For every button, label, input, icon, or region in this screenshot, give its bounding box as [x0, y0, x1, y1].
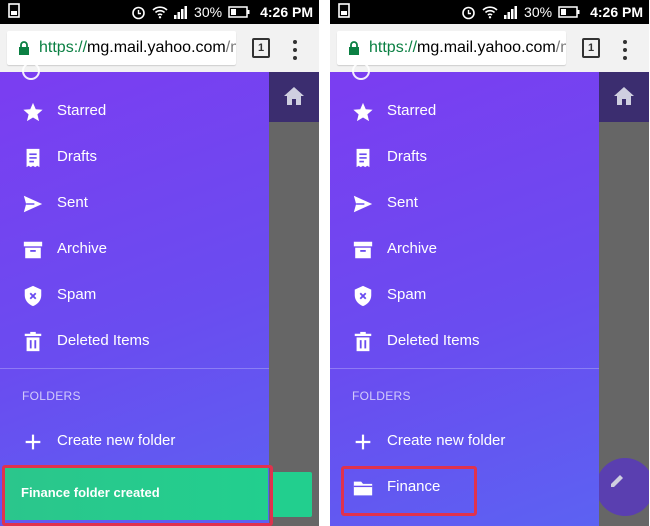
nav-item-spam[interactable]: Spam: [0, 273, 269, 319]
drawer-scrim[interactable]: [269, 122, 319, 526]
highlight-box: [2, 465, 273, 526]
nav-label: Sent: [57, 194, 88, 211]
highlight-box: [341, 466, 477, 516]
url-host: mg.mail.yahoo.com: [417, 39, 556, 56]
url-path: /m/: [225, 39, 236, 56]
nav-item-sent[interactable]: Sent: [0, 181, 269, 227]
browser-toolbar: https://mg.mail.yahoo.com/m/ 1: [330, 24, 649, 72]
partial-folder-icon: [22, 62, 40, 80]
image-notification-icon: [338, 3, 350, 18]
folders-section-header: FOLDERS: [352, 389, 411, 403]
nav-item-archive[interactable]: Archive: [0, 227, 269, 273]
plus-icon: [25, 434, 41, 450]
create-new-folder-button[interactable]: Create new folder: [330, 419, 599, 465]
pencil-icon: [611, 475, 623, 487]
wifi-icon: [482, 6, 498, 19]
navigation-drawer: Starred Drafts Sent Archive Spam Deleted…: [0, 62, 269, 526]
alarm-icon: [132, 6, 145, 19]
navigation-drawer: Starred Drafts Sent Archive Spam Deleted…: [330, 62, 599, 526]
star-icon: [353, 102, 373, 122]
nav-label: Starred: [57, 102, 107, 119]
tab-switcher-button[interactable]: 1: [582, 38, 600, 58]
url-host: mg.mail.yahoo.com: [87, 39, 226, 56]
nav-item-deleted-items[interactable]: Deleted Items: [330, 319, 599, 365]
spam-shield-icon: [354, 285, 372, 307]
url-text: https://mg.mail.yahoo.com/m/: [369, 39, 566, 57]
send-icon: [353, 195, 373, 213]
clock: 4:26 PM: [590, 4, 643, 20]
url-text: https://mg.mail.yahoo.com/m/: [39, 39, 236, 57]
drawer-divider: [0, 368, 269, 369]
home-icon[interactable]: [613, 86, 635, 106]
trash-icon: [24, 331, 42, 352]
nav-label: Archive: [57, 240, 108, 257]
url-scheme: https://: [39, 39, 88, 56]
nav-label: Starred: [387, 102, 437, 119]
battery-icon: [228, 6, 250, 18]
nav-item-starred[interactable]: Starred: [0, 89, 269, 135]
folders-section-header: FOLDERS: [22, 389, 81, 403]
nav-item-sent[interactable]: Sent: [330, 181, 599, 227]
clock: 4:26 PM: [260, 4, 313, 20]
nav-item-archive[interactable]: Archive: [330, 227, 599, 273]
nav-label: Spam: [387, 286, 427, 303]
app-header: [599, 72, 649, 122]
url-scheme: https://: [369, 39, 418, 56]
drafts-icon: [26, 148, 40, 168]
status-bar: 30% 4:26 PM: [330, 0, 649, 24]
overflow-menu-icon[interactable]: [622, 38, 628, 60]
panel-divider: [319, 0, 330, 526]
nav-label: Deleted Items: [57, 332, 150, 349]
signal-icon: [504, 6, 518, 19]
star-icon: [23, 102, 43, 122]
nav-item-starred[interactable]: Starred: [330, 89, 599, 135]
compose-button[interactable]: [596, 458, 649, 516]
url-field[interactable]: https://mg.mail.yahoo.com/m/: [337, 31, 566, 65]
send-icon: [23, 195, 43, 213]
tab-switcher-button[interactable]: 1: [252, 38, 270, 58]
nav-label: Drafts: [387, 148, 428, 165]
archive-icon: [23, 241, 43, 259]
nav-label: Deleted Items: [387, 332, 480, 349]
toast-overflow: [270, 472, 312, 517]
create-new-folder-button[interactable]: Create new folder: [0, 419, 269, 465]
spam-shield-icon: [24, 285, 42, 307]
nav-label: Archive: [387, 240, 438, 257]
nav-label: Drafts: [57, 148, 98, 165]
alarm-icon: [462, 6, 475, 19]
drafts-icon: [356, 148, 370, 168]
partial-folder-icon: [352, 62, 370, 80]
create-folder-label: Create new folder: [57, 432, 176, 449]
screenshot-before: 30% 4:26 PM https://mg.mail.yahoo.com/m/…: [0, 0, 319, 526]
browser-toolbar: https://mg.mail.yahoo.com/m/ 1: [0, 24, 319, 72]
nav-item-drafts[interactable]: Drafts: [330, 135, 599, 181]
home-icon[interactable]: [283, 86, 305, 106]
nav-item-drafts[interactable]: Drafts: [0, 135, 269, 181]
screenshot-after: 30% 4:26 PM https://mg.mail.yahoo.com/m/…: [330, 0, 649, 526]
nav-label: Spam: [57, 286, 97, 303]
battery-percentage: 30%: [524, 4, 553, 20]
nav-label: Sent: [387, 194, 418, 211]
app-header: [269, 72, 319, 122]
battery-percentage: 30%: [194, 4, 223, 20]
status-bar: 30% 4:26 PM: [0, 0, 319, 24]
lock-icon: [349, 41, 359, 55]
signal-icon: [174, 6, 188, 19]
plus-icon: [355, 434, 371, 450]
overflow-menu-icon[interactable]: [292, 38, 298, 60]
create-folder-label: Create new folder: [387, 432, 506, 449]
wifi-icon: [152, 6, 168, 19]
lock-icon: [19, 41, 29, 55]
nav-item-deleted-items[interactable]: Deleted Items: [0, 319, 269, 365]
battery-icon: [558, 6, 580, 18]
nav-item-spam[interactable]: Spam: [330, 273, 599, 319]
url-path: /m/: [555, 39, 566, 56]
drawer-divider: [330, 368, 599, 369]
url-field[interactable]: https://mg.mail.yahoo.com/m/: [7, 31, 236, 65]
image-notification-icon: [8, 3, 20, 18]
archive-icon: [353, 241, 373, 259]
trash-icon: [354, 331, 372, 352]
